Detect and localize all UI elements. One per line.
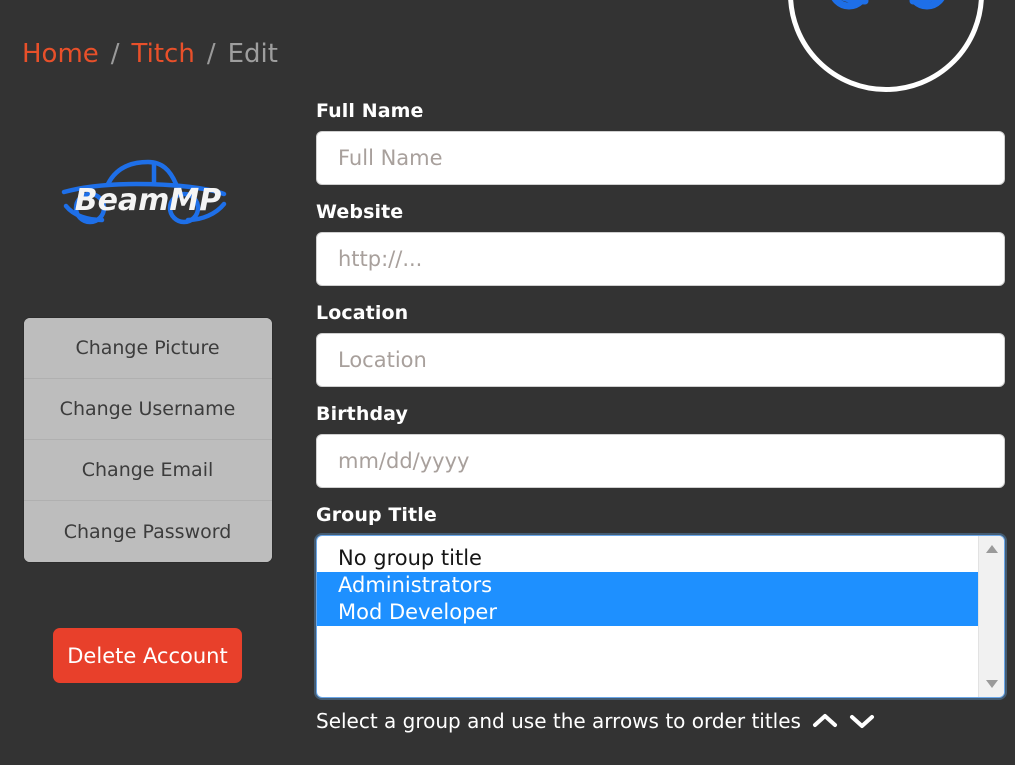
svg-text:BeamMP: BeamMP	[813, 0, 960, 5]
sidebar-item-label: Change Email	[81, 459, 214, 481]
chevron-up-icon[interactable]	[812, 712, 838, 730]
breadcrumb-item-home[interactable]: Home	[22, 39, 99, 69]
website-input[interactable]	[316, 232, 1005, 286]
group-title-scrollbar[interactable]	[978, 536, 1004, 697]
birthday-label: Birthday	[316, 403, 408, 425]
breadcrumb-item-titch[interactable]: Titch	[132, 39, 195, 69]
sidebar-item-change-username[interactable]: Change Username	[23, 379, 272, 440]
account-actions-list: Change Picture Change Username Change Em…	[23, 318, 272, 562]
field-birthday: Birthday	[316, 403, 1015, 488]
breadcrumb: Home / Titch / Edit	[22, 36, 278, 72]
group-title-select[interactable]: No group title Administrators Mod Develo…	[316, 535, 1005, 698]
sidebar-item-label: Change Password	[63, 520, 232, 543]
group-title-help-label: Select a group and use the arrows to ord…	[316, 709, 801, 733]
beammp-logo: BeamMP	[61, 159, 226, 225]
field-group-title: Group Title No group title Administrator…	[316, 504, 1015, 733]
birthday-input[interactable]	[316, 434, 1005, 488]
profile-edit-form: Full Name Website Location Birthday Grou…	[316, 100, 1015, 749]
location-input[interactable]	[316, 333, 1005, 387]
group-title-help-text: Select a group and use the arrows to ord…	[316, 709, 1015, 733]
field-location: Location	[316, 302, 1015, 387]
field-website: Website	[316, 201, 1015, 286]
breadcrumb-separator: /	[206, 39, 216, 69]
scroll-up-arrow-icon[interactable]	[985, 544, 999, 554]
sidebar: BeamMP Change Picture Change Username Ch…	[0, 100, 295, 683]
logo-text: BeamMP	[74, 183, 221, 218]
group-title-label: Group Title	[316, 504, 437, 526]
website-label: Website	[316, 201, 404, 223]
group-title-option-no-group[interactable]: No group title	[317, 545, 978, 572]
breadcrumb-item-edit: Edit	[227, 39, 278, 69]
delete-account-button[interactable]: Delete Account	[53, 628, 242, 683]
sidebar-item-change-picture[interactable]: Change Picture	[23, 318, 272, 379]
scroll-down-arrow-icon[interactable]	[985, 679, 999, 689]
sidebar-item-change-email[interactable]: Change Email	[23, 440, 272, 501]
chevron-down-icon[interactable]	[849, 712, 875, 730]
breadcrumb-separator: /	[110, 39, 120, 69]
location-label: Location	[316, 302, 409, 324]
full-name-input[interactable]	[316, 131, 1005, 185]
sidebar-item-label: Change Username	[59, 398, 236, 420]
sidebar-item-label: Change Picture	[75, 337, 220, 359]
group-title-option-administrators[interactable]: Administrators	[317, 572, 978, 599]
group-title-option-list: No group title Administrators Mod Develo…	[317, 545, 978, 697]
sidebar-item-change-password[interactable]: Change Password	[23, 501, 272, 562]
beammp-car-avatar-icon: BeamMP	[813, 0, 960, 10]
full-name-label: Full Name	[316, 100, 424, 122]
group-title-option-mod-developer[interactable]: Mod Developer	[317, 599, 978, 626]
field-full-name: Full Name	[316, 100, 1015, 185]
avatar[interactable]: BeamMP	[788, 0, 984, 92]
